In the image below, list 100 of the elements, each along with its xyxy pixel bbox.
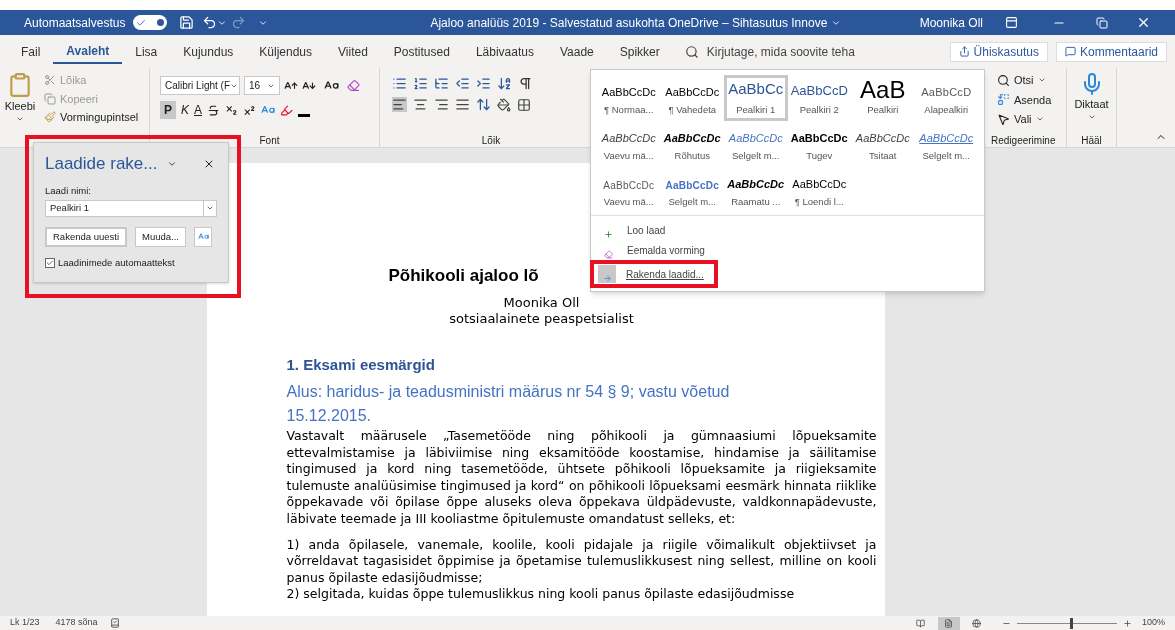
underline-button[interactable]: A [194,101,203,119]
align-right-icon[interactable] [434,97,449,112]
style-item[interactable]: AaBbCcDc Vaevu mä... [597,167,661,213]
style-item[interactable]: AaBbCcDc Tsitaat [851,121,915,167]
subscript-icon[interactable] [225,103,239,117]
view-mode-button[interactable] [937,616,960,630]
zoom-level: 100% [1141,616,1165,630]
proofing-icon[interactable] [109,618,120,628]
reapply-button[interactable]: Rakenda uuesti [45,226,128,247]
group-label: Lõik [480,134,502,147]
heading: 1. Eksami eesmärgid [286,354,436,375]
align-center-icon[interactable] [413,97,428,112]
increase-indent-icon[interactable] [476,76,491,91]
style-item[interactable]: AaBbCc Pealkiri 1 [724,75,788,121]
ribbon-tab[interactable]: Fail [8,39,54,64]
ribbon-tab[interactable]: Postitused [380,39,463,64]
replace-button[interactable]: Asenda [997,91,1066,108]
style-item[interactable]: AaBbCcDc Selgelt m... [724,121,788,167]
autosave-label: Automaatsalvestus [24,14,126,32]
ribbon-tab[interactable]: Viited [325,39,381,64]
italic-button[interactable]: K [181,101,189,119]
style-item[interactable]: AaBbCcD Pealkiri 2 [787,75,851,121]
replace-icon [997,93,1010,107]
undo-icon[interactable] [202,15,218,30]
pane-title: Laadide rake... [45,153,158,175]
checkbox[interactable] [45,257,55,268]
font-name-field[interactable]: Calibri Light (F [160,76,240,95]
style-item[interactable]: AaBbCcDc Tugev [787,121,851,167]
line-spacing-icon[interactable] [476,97,491,112]
style-item[interactable]: AaBbCcDc ¶ Loendi l... [787,167,851,213]
restore-icon[interactable] [1096,16,1108,29]
bold-button[interactable]: P [160,101,176,119]
group-label: Redigeerimine [991,134,1057,147]
shading-icon[interactable] [497,97,511,112]
find-button[interactable]: Otsi [997,72,1066,89]
comments-button[interactable]: Kommentaarid [1055,41,1167,62]
ribbon-tab[interactable]: Vaade [546,39,607,64]
subheading: Alus: haridus- ja teadusministri määrus nr 54 § 9; vastu võetud 15.12.2015. [286,382,731,426]
menu-item[interactable]: Eemalda vorming [597,240,707,260]
user-name: Moonika Oll [919,14,983,32]
save-icon[interactable] [179,15,195,30]
scissors-icon [44,74,56,87]
plus-icon [603,230,613,239]
autosave-toggle[interactable] [133,15,168,30]
paste-button[interactable]: Kleebi [0,72,40,128]
close-icon[interactable] [1136,15,1151,30]
ribbon-tab[interactable]: Avaleht [53,39,123,64]
style-name-field[interactable]: Pealkiri 1 [45,199,217,217]
clear-formatting-icon[interactable] [347,79,360,92]
pointer-icon [997,112,1010,126]
eraser-icon [603,250,613,259]
style-item[interactable]: AaBbCcDc Selgelt m... [914,121,978,167]
ribbon-tab[interactable]: Läbivaatus [462,39,547,64]
ribbon-tab[interactable]: Küljendus [246,39,326,64]
borders-icon[interactable] [517,97,531,112]
ribbon-tab[interactable]: Kujundus [170,39,247,64]
group-label: Hääl [1081,134,1102,147]
style-item[interactable]: AaBbCcDc Selgelt m... [660,167,724,213]
select-button[interactable]: Vali [997,111,1066,128]
style-item[interactable]: AaB Pealkiri [851,75,915,121]
superscript-icon[interactable] [243,103,257,117]
paintbrush-icon [44,111,56,124]
strikethrough-icon[interactable] [207,103,221,117]
style-item[interactable]: AaBbCcDc ¶ Normaa... [597,75,661,121]
tell-me-search[interactable]: Kirjutage, mida soovite teha [684,42,855,61]
style-item[interactable]: AaBbCcDc Rõhutus [660,121,724,167]
field-label: Laadi nimi: [45,183,92,198]
share-button[interactable]: Ühiskasutus [949,41,1048,62]
comment-icon [1064,46,1076,57]
style-item[interactable]: AaBbCcD Alapealkiri [914,75,978,121]
numbering-icon[interactable] [413,76,428,91]
zoom-slider[interactable] [1016,617,1117,629]
style-item[interactable]: AaBbCcDc Vaevu mä... [597,121,661,167]
style-item[interactable]: AaBbCcDc ¶ Vahedeta [660,75,724,121]
modify-button[interactable]: Muuda... [135,226,186,247]
justify-icon[interactable] [455,97,470,112]
share-icon [958,46,970,57]
bullets-icon[interactable] [392,76,407,91]
sort-icon[interactable] [497,76,512,91]
zoom-in-icon[interactable] [1122,618,1132,628]
style-item[interactable]: AaBbCcDc Raamatu ... [724,167,788,213]
ribbon-tab[interactable]: Lisa [122,39,171,64]
align-left-icon[interactable] [392,97,407,112]
decrease-indent-icon[interactable] [455,76,470,91]
search-icon [997,73,1010,87]
ribbon-display-icon[interactable] [1005,16,1018,29]
multilevel-list-icon[interactable] [434,76,449,91]
globe-icon [972,618,982,628]
highlighter-icon[interactable] [280,103,294,117]
zoom-slider-thumb[interactable] [1070,617,1074,629]
checkbox-label: Laadinimede automaattekst [58,255,175,270]
format-painter-button[interactable]: Vormingupintsel [44,109,139,126]
menu-item[interactable]: Rakenda laadid... [596,264,706,284]
font-size-field[interactable]: 16 [244,76,280,95]
styles-icon[interactable] [194,226,212,247]
book-icon [916,618,926,628]
pilcrow-icon[interactable] [518,76,533,91]
menu-item[interactable]: Loo laad [597,220,668,240]
ribbon-tab[interactable]: Spikker [606,39,673,64]
dictate-button[interactable]: Diktaat [1074,72,1109,121]
